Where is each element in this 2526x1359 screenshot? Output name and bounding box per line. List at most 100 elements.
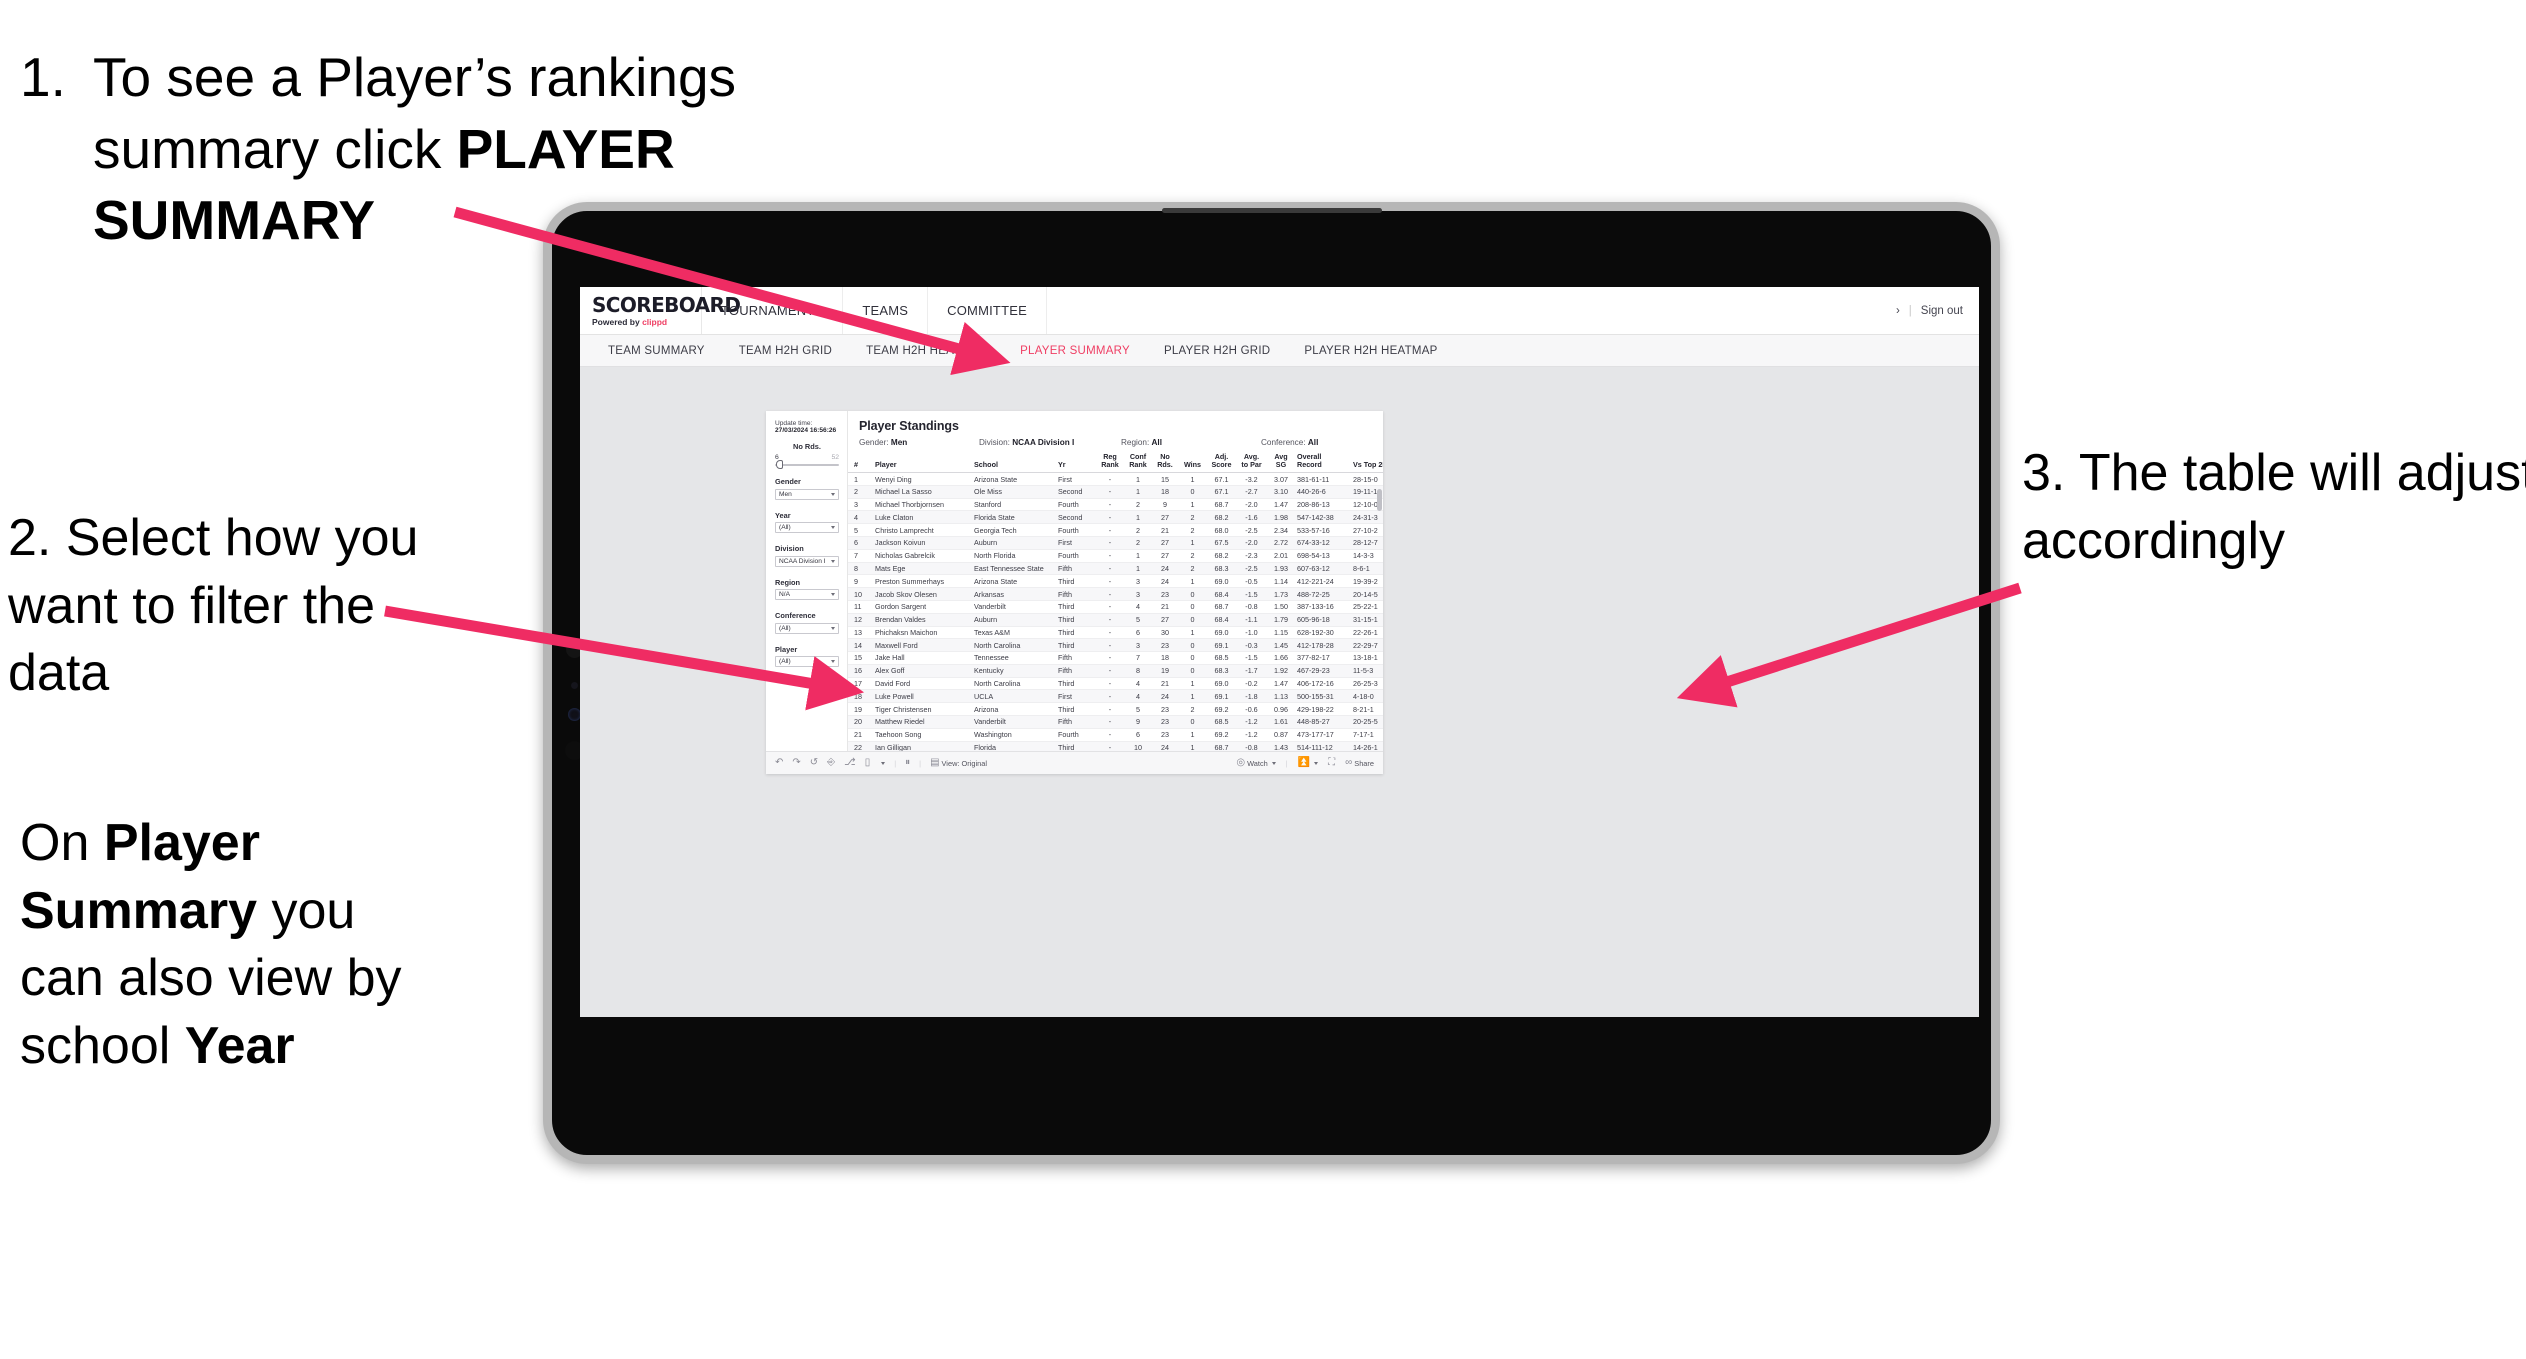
column-header-player[interactable]: Player	[873, 453, 972, 474]
table-cell: Arizona	[972, 702, 1056, 716]
table-row[interactable]: 9 Preston Summerhays Arizona State Third -3 2…	[848, 574, 1383, 589]
column-header-avg-to-par[interactable]: Avg. to Par	[1236, 453, 1267, 474]
tablet-device-frame: SCOREBOARD Powered by clippd TOURNAMENTS…	[543, 202, 2000, 1164]
revert-icon[interactable]: ↺	[810, 758, 818, 768]
table-row[interactable]: 4 Luke Claton Florida State Second -1 27 2 68.2…	[848, 510, 1383, 525]
column-header-adj-score[interactable]: Adj. Score	[1207, 453, 1236, 474]
table-row[interactable]: 2 Michael La Sasso Ole Miss Second -1 18 0 67.1…	[848, 485, 1383, 499]
table-row[interactable]: 12 Brendan Valdes Auburn Third -5 27 0 68.4 -1.1…	[848, 613, 1383, 627]
table-row[interactable]: 21 Taehoon Song Washington Fourth -6 23 1 69.2-…	[848, 728, 1383, 742]
undo-icon[interactable]: ↶	[775, 758, 783, 768]
table-cell: -1.0	[1236, 626, 1267, 640]
top-nav-committee[interactable]: COMMITTEE	[928, 287, 1047, 334]
column-header-conf-rank[interactable]: Conf Rank	[1124, 453, 1152, 474]
vertical-scrollbar[interactable]	[1377, 489, 1382, 511]
pause-icon[interactable]: ⏸	[905, 758, 910, 768]
filter-conference-select[interactable]: (All)	[775, 622, 839, 634]
table-cell: -	[1096, 536, 1124, 550]
table-row[interactable]: 11 Gordon Sargent Vanderbilt Third -4 21 0 68.7…	[848, 600, 1383, 614]
tab-player-h2h-grid[interactable]: PLAYER H2H GRID	[1147, 345, 1287, 357]
annotation-step-2b-bold2: Year	[184, 1016, 295, 1075]
export-icon[interactable]: ▯	[865, 758, 871, 768]
filter-division-select[interactable]: NCAA Division I	[775, 555, 839, 567]
no-rds-slider-handle[interactable]	[776, 460, 783, 470]
table-cell: 69.2	[1207, 702, 1236, 716]
top-nav-teams[interactable]: TEAMS	[843, 287, 929, 334]
column-header-wins[interactable]: Wins	[1178, 453, 1207, 474]
filter-year-select[interactable]: (All)	[775, 522, 839, 534]
view-original-button[interactable]: ▤ View: Original	[930, 758, 987, 768]
sign-out-link[interactable]: Sign out	[1921, 305, 1963, 317]
table-cell: 1.50	[1267, 600, 1295, 614]
table-cell: 208-86-13	[1295, 498, 1351, 512]
meta-conference: Conference: All	[1261, 438, 1318, 447]
column-header-vs-top-25[interactable]: Vs Top 25	[1351, 453, 1383, 474]
table-row[interactable]: 17 David Ford North Carolina Third -4 21 1 69.0…	[848, 677, 1383, 691]
table-cell: Mats Ege	[873, 562, 972, 576]
table-row[interactable]: 10 Jacob Skov Olesen Arkansas Fifth -3 23 0 68.…	[848, 587, 1383, 601]
column-header-yr[interactable]: Yr	[1056, 453, 1096, 474]
table-row[interactable]: 13 Phichaksn Maichon Texas A&M Third -6 30 1 69…	[848, 626, 1383, 640]
filter-gender-label: Gender	[775, 477, 801, 487]
column-header-school[interactable]: School	[972, 453, 1056, 474]
update-time-label: Update time:	[775, 420, 813, 427]
no-rds-slider[interactable]	[775, 460, 839, 470]
share-button[interactable]: ∞ Share	[1345, 758, 1374, 768]
table-row[interactable]: 18 Luke Powell UCLA First -4 24 1 69.1 -1.8 1.13 5…	[848, 689, 1383, 704]
watch-button[interactable]: ◎ Watch	[1236, 758, 1276, 768]
table-row[interactable]: 19 Tiger Christensen Arizona Third -5 23 2 69.2…	[848, 702, 1383, 716]
column-header-overall-record[interactable]: Overall Record	[1295, 453, 1351, 474]
filter-region-select[interactable]: N/A	[775, 589, 839, 601]
tab-team-summary[interactable]: TEAM SUMMARY	[591, 345, 722, 357]
table-row[interactable]: 5 Christo Lamprecht Georgia Tech Fourth -2 21…	[848, 523, 1383, 538]
tab-player-h2h-heatmap[interactable]: PLAYER H2H HEATMAP	[1287, 345, 1454, 357]
filter-player: Player (All)	[775, 645, 839, 668]
column-header-avg-sg[interactable]: Avg SG	[1267, 453, 1295, 474]
pause-auto-updates-icon[interactable]: ⎇	[844, 758, 856, 768]
filter-conference: Conference (All)	[775, 611, 839, 634]
tab-team-h2h-grid[interactable]: TEAM H2H GRID	[722, 345, 849, 357]
table-row[interactable]: 6 Jackson Koivun Auburn First -2 27 1 67.5 -2.0 2…	[848, 536, 1383, 550]
table-cell: 24	[1152, 562, 1178, 576]
top-nav-tournaments[interactable]: TOURNAMENTS	[702, 287, 844, 334]
table-row[interactable]: 1 Wenyi Ding Arizona State First -1 15 1 67.1 -3…	[848, 472, 1383, 486]
table-cell: -2.7	[1236, 485, 1267, 499]
table-cell: 68.0	[1207, 523, 1236, 538]
filter-gender-select[interactable]: Men	[775, 488, 839, 500]
table-cell: 68.7	[1207, 600, 1236, 614]
watch-label: Watch	[1247, 758, 1268, 768]
download-button[interactable]: ⏫	[1298, 758, 1319, 768]
column-header-reg-rank[interactable]: Reg Rank	[1096, 453, 1124, 474]
table-cell: 533-57-16	[1295, 523, 1351, 538]
table-cell: 19	[1152, 664, 1178, 678]
table-cell: 2	[1178, 549, 1207, 563]
table-cell: 0	[1178, 587, 1207, 601]
table-cell: -	[1096, 741, 1124, 751]
table-cell: North Florida	[972, 549, 1056, 563]
column-header-no-rds[interactable]: No Rds.	[1152, 453, 1178, 474]
chevron-down-icon[interactable]	[881, 761, 886, 765]
tab-team-h2h-heatmap[interactable]: TEAM H2H HEATMAP	[849, 345, 1003, 357]
refresh-icon[interactable]: ⎆	[827, 758, 835, 768]
table-row[interactable]: 16 Alex Goff Kentucky Fifth -8 19 0 68.3 -1.7 1.9…	[848, 664, 1383, 678]
brand-name: SCOREBOARD	[592, 292, 741, 317]
table-row[interactable]: 22 Ian Gilligan Florida Third -10 24 1 68.7 -0.8…	[848, 741, 1383, 751]
table-row[interactable]: 7 Nicholas Gabrelcik North Florida Fourth -1…	[848, 549, 1383, 563]
column-header-[interactable]: #	[848, 453, 873, 474]
table-row[interactable]: 20 Matthew Riedel Vanderbilt Fifth -9 23 0 68.5…	[848, 715, 1383, 729]
table-cell: -1.2	[1236, 728, 1267, 742]
table-cell: 23	[1152, 702, 1178, 716]
filter-player-select[interactable]: (All)	[775, 656, 839, 668]
filter-no-rds-label: No Rds.	[793, 442, 821, 451]
table-cell: 547-142-38	[1295, 510, 1351, 525]
tab-player-summary[interactable]: PLAYER SUMMARY	[1003, 345, 1147, 357]
table-row[interactable]: 3 Michael Thorbjornsen Stanford Fourth -2 9 1 6…	[848, 498, 1383, 512]
filter-no-rds-max: 52	[831, 453, 839, 461]
table-cell: Christo Lamprecht	[873, 523, 972, 538]
redo-icon[interactable]: ↷	[792, 758, 800, 768]
table-row[interactable]: 15 Jake Hall Tennessee Fifth -7 18 0 68.5 -1.5 1.…	[848, 651, 1383, 665]
table-row[interactable]: 8 Mats Ege East Tennessee State Fifth -1 24 2 6…	[848, 562, 1383, 576]
table-row[interactable]: 14 Maxwell Ford North Carolina Third -3 23 0 69…	[848, 638, 1383, 653]
fullscreen-icon[interactable]: ⛶	[1328, 758, 1335, 768]
table-cell: -2.5	[1236, 523, 1267, 538]
